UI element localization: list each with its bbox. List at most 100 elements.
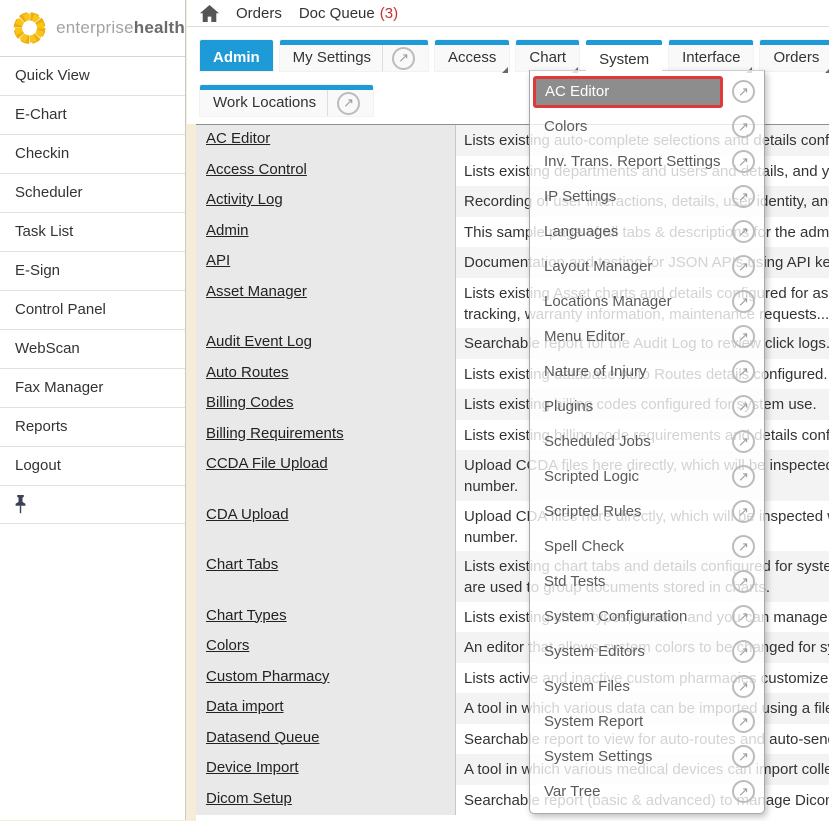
admin-link-api[interactable]: API	[206, 252, 230, 269]
external-link-icon[interactable]: ↗	[732, 255, 755, 278]
sidebar-item-webscan[interactable]: WebScan	[0, 330, 185, 369]
tab-interface[interactable]: Interface	[669, 40, 753, 71]
menu-item-label: Scripted Rules	[533, 503, 732, 520]
tab-system[interactable]: System	[586, 40, 662, 75]
tab-work-locations[interactable]: Work Locations↗	[200, 85, 373, 116]
admin-link-access-control[interactable]: Access Control	[206, 161, 307, 178]
menu-item-label: Colors	[533, 118, 732, 135]
tab-access[interactable]: Access	[435, 40, 509, 71]
menu-item-inv-trans-report-settings[interactable]: Inv. Trans. Report Settings↗	[530, 144, 764, 179]
tab-my-settings[interactable]: My Settings ↗	[280, 40, 428, 71]
menu-item-label: Spell Check	[533, 538, 732, 555]
external-link-icon[interactable]: ↗	[732, 325, 755, 348]
home-icon[interactable]	[200, 5, 219, 22]
sidebar-item-scheduler[interactable]: Scheduler	[0, 174, 185, 213]
menu-item-spell-check[interactable]: Spell Check↗	[530, 529, 764, 564]
admin-link-billing-requirements[interactable]: Billing Requirements	[206, 425, 344, 442]
sidebar-item-logout[interactable]: Logout	[0, 447, 185, 486]
tab-label: My Settings	[293, 45, 371, 71]
external-link-icon[interactable]: ↗	[732, 360, 755, 383]
external-link-icon[interactable]: ↗	[732, 745, 755, 768]
menu-item-std-tests[interactable]: Std Tests↗	[530, 564, 764, 599]
tab-label: Interface	[682, 45, 740, 71]
external-link-icon[interactable]: ↗	[732, 675, 755, 698]
external-link-icon[interactable]: ↗	[732, 710, 755, 733]
menu-item-label: Var Tree	[533, 783, 732, 800]
admin-link-audit-event-log[interactable]: Audit Event Log	[206, 333, 312, 350]
sidebar-item-control-panel[interactable]: Control Panel	[0, 291, 185, 330]
admin-link-cda-upload[interactable]: CDA Upload	[206, 506, 289, 523]
external-link-icon[interactable]: ↗	[732, 185, 755, 208]
menu-item-menu-editor[interactable]: Menu Editor↗	[530, 319, 764, 354]
external-link-icon[interactable]: ↗	[732, 465, 755, 488]
admin-link-activity-log[interactable]: Activity Log	[206, 191, 283, 208]
external-link-icon[interactable]: ↗	[732, 80, 755, 103]
external-link-icon[interactable]: ↗	[732, 640, 755, 663]
menu-item-locations-manager[interactable]: Locations Manager↗	[530, 284, 764, 319]
admin-link-auto-routes[interactable]: Auto Routes	[206, 364, 289, 381]
external-link-icon[interactable]: ↗	[337, 92, 360, 115]
menu-item-system-report[interactable]: System Report↗	[530, 704, 764, 739]
menu-item-var-tree[interactable]: Var Tree↗	[530, 774, 764, 809]
external-link-icon[interactable]: ↗	[732, 430, 755, 453]
admin-link-ccda-file-upload[interactable]: CCDA File Upload	[206, 455, 328, 472]
admin-link-custom-pharmacy[interactable]: Custom Pharmacy	[206, 668, 329, 685]
admin-link-cell: Chart Tabs	[196, 551, 455, 602]
sidebar-item-checkin[interactable]: Checkin	[0, 135, 185, 174]
menu-item-plugins[interactable]: Plugins↗	[530, 389, 764, 424]
external-link-icon[interactable]: ↗	[732, 780, 755, 803]
menu-item-ac-editor[interactable]: AC Editor↗	[530, 74, 764, 109]
sidebar-item-task-list[interactable]: Task List	[0, 213, 185, 252]
admin-link-cell: Dicom Setup	[196, 785, 455, 816]
admin-link-data-import[interactable]: Data import	[206, 698, 284, 715]
breadcrumb-doc-queue[interactable]: Doc Queue	[299, 5, 375, 22]
sidebar-item-quick-view[interactable]: Quick View	[0, 57, 185, 96]
external-link-icon[interactable]: ↗	[732, 500, 755, 523]
admin-link-chart-types[interactable]: Chart Types	[206, 607, 287, 624]
menu-item-layout-manager[interactable]: Layout Manager↗	[530, 249, 764, 284]
admin-link-admin[interactable]: Admin	[206, 222, 249, 239]
external-link-icon[interactable]: ↗	[732, 220, 755, 243]
sidebar-item-e-sign[interactable]: E-Sign	[0, 252, 185, 291]
pin-icon[interactable]	[13, 494, 28, 515]
tab-row-2: Work Locations↗	[200, 85, 380, 116]
menu-item-ip-settings[interactable]: IP Settings↗	[530, 179, 764, 214]
menu-item-colors[interactable]: Colors↗	[530, 109, 764, 144]
menu-item-system-editors[interactable]: System Editors↗	[530, 634, 764, 669]
admin-link-device-import[interactable]: Device Import	[206, 759, 299, 776]
external-link-icon[interactable]: ↗	[392, 47, 415, 70]
menu-item-system-files[interactable]: System Files↗	[530, 669, 764, 704]
menu-item-scripted-logic[interactable]: Scripted Logic↗	[530, 459, 764, 494]
tab-divider	[327, 90, 328, 116]
external-link-icon[interactable]: ↗	[732, 290, 755, 313]
sidebar-item-e-chart[interactable]: E-Chart	[0, 96, 185, 135]
caret-icon	[502, 67, 508, 73]
admin-link-colors[interactable]: Colors	[206, 637, 249, 654]
admin-link-billing-codes[interactable]: Billing Codes	[206, 394, 294, 411]
menu-item-languages[interactable]: Languages↗	[530, 214, 764, 249]
admin-link-ac-editor[interactable]: AC Editor	[206, 130, 270, 147]
sidebar-item-fax-manager[interactable]: Fax Manager	[0, 369, 185, 408]
tab-orders[interactable]: Orders	[760, 40, 829, 71]
menu-item-system-settings[interactable]: System Settings↗	[530, 739, 764, 774]
menu-item-scripted-rules[interactable]: Scripted Rules↗	[530, 494, 764, 529]
tab-chart[interactable]: Chart	[516, 40, 579, 71]
menu-item-label: Languages	[533, 223, 732, 240]
menu-item-nature-of-injury[interactable]: Nature of Injury↗	[530, 354, 764, 389]
admin-link-datasend-queue[interactable]: Datasend Queue	[206, 729, 319, 746]
menu-item-scheduled-jobs[interactable]: Scheduled Jobs↗	[530, 424, 764, 459]
admin-link-dicom-setup[interactable]: Dicom Setup	[206, 790, 292, 807]
external-link-icon[interactable]: ↗	[732, 605, 755, 628]
admin-link-chart-tabs[interactable]: Chart Tabs	[206, 556, 278, 573]
external-link-icon[interactable]: ↗	[732, 115, 755, 138]
external-link-icon[interactable]: ↗	[732, 570, 755, 593]
external-link-icon[interactable]: ↗	[732, 150, 755, 173]
admin-link-asset-manager[interactable]: Asset Manager	[206, 283, 307, 300]
tab-admin[interactable]: Admin	[200, 40, 273, 71]
breadcrumb-orders[interactable]: Orders	[236, 5, 282, 22]
sidebar-item-reports[interactable]: Reports	[0, 408, 185, 447]
external-link-icon[interactable]: ↗	[732, 535, 755, 558]
external-link-icon[interactable]: ↗	[732, 395, 755, 418]
menu-item-system-configuration[interactable]: System Configuration↗	[530, 599, 764, 634]
admin-link-cell: Custom Pharmacy	[196, 663, 455, 694]
